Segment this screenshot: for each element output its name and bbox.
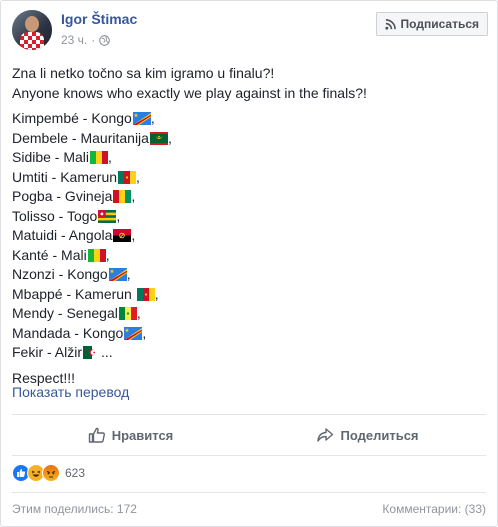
- player-line: Matuidi - Angola,: [12, 226, 488, 246]
- player-text: Pogba - Gvineja: [12, 188, 113, 204]
- angry-reaction-icon: [42, 464, 60, 482]
- player-text: Dembele - Mauritanija: [12, 129, 149, 146]
- player-suffix: ,: [126, 266, 131, 282]
- like-button[interactable]: Нравится: [12, 415, 249, 455]
- player-suffix: ,: [131, 227, 136, 243]
- comments-count[interactable]: Комментарии: (33): [382, 502, 486, 516]
- divider: [12, 492, 486, 493]
- player-text: Kanté - Mali: [12, 246, 87, 263]
- reactions-summary[interactable]: 623: [12, 464, 85, 482]
- translate-link[interactable]: Показать перевод: [12, 384, 129, 400]
- action-bar: Нравится Поделиться: [12, 415, 486, 455]
- post-meta: 23 ч. ·: [61, 33, 111, 47]
- subscribe-label: Подписаться: [400, 17, 479, 31]
- post-footer: Этим поделились: 172 Комментарии: (33): [12, 502, 486, 516]
- player-line: Tolisso - Togo,: [12, 207, 488, 227]
- shares-count[interactable]: Этим поделились: 172: [12, 502, 137, 516]
- player-line: Mbappé - Kamerun ,: [12, 285, 488, 305]
- player-line: Sidibe - Mali,: [12, 148, 488, 168]
- player-suffix: ,: [150, 110, 155, 126]
- player-text: Fekir - Alžir: [12, 344, 82, 360]
- like-label: Нравится: [111, 427, 174, 443]
- intro-line-en: Anyone knows who exactly we play against…: [12, 84, 367, 101]
- player-line: Pogba - Gvineja,: [12, 187, 488, 207]
- subscribe-button[interactable]: Подписаться: [375, 12, 488, 36]
- author-name[interactable]: Igor Štimac: [61, 11, 137, 27]
- flag-gn-icon: [113, 190, 132, 204]
- post-time[interactable]: 23 ч.: [61, 33, 87, 47]
- flag-cd-icon: [124, 326, 143, 340]
- player-suffix: ,: [116, 207, 121, 224]
- flag-tg-icon: [98, 209, 117, 223]
- player-line: Kanté - Mali,: [12, 246, 488, 266]
- rss-icon: [384, 18, 396, 30]
- flag-mr-icon: [149, 131, 168, 145]
- player-text: Umtiti - Kamerun: [12, 168, 118, 185]
- flag-cm-icon: [136, 287, 155, 301]
- player-suffix: ,: [142, 324, 147, 341]
- player-suffix: ,: [136, 168, 140, 185]
- player-line: Kimpembé - Kongo,: [12, 109, 488, 129]
- reaction-count: 623: [65, 466, 86, 480]
- player-text: Tolisso - Togo: [12, 207, 98, 224]
- flag-cd-icon: [132, 112, 151, 126]
- player-suffix: ...: [101, 344, 113, 360]
- player-text: Nzonzi - Kongo: [12, 266, 108, 282]
- player-suffix: ,: [154, 285, 159, 302]
- player-suffix: ,: [136, 305, 141, 321]
- divider: [12, 455, 486, 456]
- avatar[interactable]: [12, 10, 52, 50]
- player-suffix: ,: [131, 188, 136, 204]
- player-suffix: ,: [105, 246, 110, 263]
- flag-dz-icon: [83, 346, 101, 360]
- player-text: Mbappé - Kamerun: [12, 285, 136, 302]
- player-line: Mandada - Kongo,: [12, 324, 488, 344]
- player-text: Sidibe - Mali: [12, 149, 90, 165]
- share-label: Поделиться: [340, 427, 419, 443]
- post-header: Igor Štimac 23 ч. · Подписаться: [12, 10, 488, 50]
- player-text: Kimpembé - Kongo: [12, 110, 132, 126]
- flag-sn-icon: [118, 307, 137, 321]
- share-button[interactable]: Поделиться: [249, 415, 486, 455]
- player-line: Mendy - Senegal,: [12, 304, 488, 324]
- flag-cm-icon: [118, 170, 137, 184]
- flag-cd-icon: [108, 268, 127, 282]
- post-body: Zna li netko točno sa kim igramo u final…: [12, 64, 488, 388]
- player-line: Fekir - Alžir...: [12, 343, 488, 363]
- player-suffix: ,: [167, 129, 172, 146]
- player-line: Dembele - Mauritanija,: [12, 129, 488, 149]
- meta-separator: ·: [91, 33, 96, 47]
- globe-icon[interactable]: [99, 34, 111, 46]
- intro-line-hr: Zna li netko točno sa kim igramo u final…: [12, 65, 275, 81]
- player-line: Umtiti - Kamerun,: [12, 168, 488, 188]
- post-card: Igor Štimac 23 ч. · Подписаться Zna li n…: [0, 0, 498, 527]
- player-list: Kimpembé - Kongo, Dembele - Mauritanija, S…: [12, 109, 488, 363]
- player-text: Mendy - Senegal: [12, 305, 118, 321]
- flag-ml-icon: [90, 151, 109, 165]
- thumbs-up-icon: [88, 427, 105, 443]
- flag-ao-icon: [113, 229, 132, 243]
- share-arrow-icon: [317, 428, 334, 442]
- player-text: Mandada - Kongo: [12, 324, 124, 341]
- player-suffix: ,: [108, 149, 112, 165]
- player-line: Nzonzi - Kongo,: [12, 265, 488, 285]
- player-text: Matuidi - Angola: [12, 227, 113, 243]
- flag-ml-icon: [87, 248, 106, 262]
